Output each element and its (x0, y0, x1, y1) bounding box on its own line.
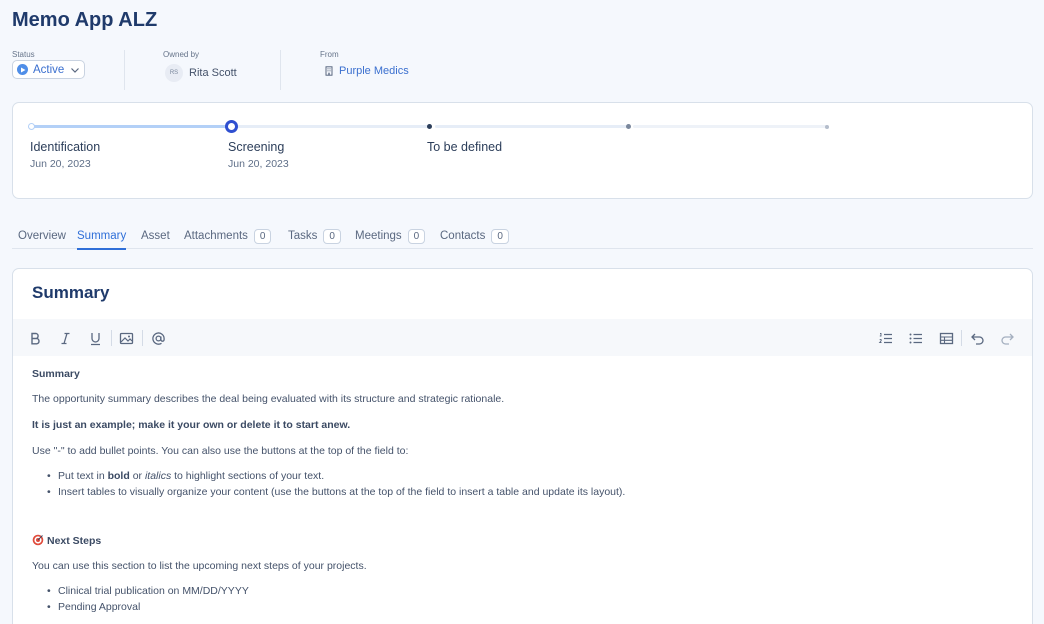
avatar: RS (165, 64, 183, 82)
tab-label: Summary (77, 230, 127, 242)
table-icon[interactable] (936, 328, 956, 348)
tab-asset[interactable]: Asset (141, 226, 170, 246)
tab-meetings[interactable]: Meetings 0 (355, 226, 426, 246)
italic-text: italics (144, 470, 172, 482)
underline-icon[interactable] (85, 328, 105, 348)
editor-title: Summary (32, 283, 110, 302)
list-text: to highlight sections of your text. (171, 470, 325, 482)
from-label: From (320, 50, 339, 59)
count-badge: 0 (253, 228, 272, 244)
tab-summary[interactable]: Summary (77, 226, 127, 250)
image-icon[interactable] (116, 328, 136, 348)
owner-name: Rita Scott (189, 67, 237, 79)
content-heading-next-steps: Next Steps (32, 534, 101, 547)
stage-dot-to-be-defined[interactable] (427, 124, 432, 129)
status-value: Active (33, 63, 65, 76)
stage-name: To be defined (427, 140, 503, 154)
tab-label: Overview (18, 230, 66, 242)
stage-date: Jun 20, 2023 (228, 158, 289, 170)
mention-icon[interactable] (148, 328, 168, 348)
tab-contacts[interactable]: Contacts 0 (440, 226, 509, 246)
stage-dot[interactable] (626, 124, 631, 129)
toolbar-divider (111, 330, 112, 346)
tab-tasks[interactable]: Tasks 0 (288, 226, 341, 246)
italic-icon[interactable] (55, 328, 75, 348)
status-dropdown[interactable]: Active (12, 60, 85, 79)
target-icon (32, 534, 44, 546)
heading-text: Next Steps (47, 535, 102, 547)
stage-dot-identification[interactable] (28, 123, 35, 130)
list-item: Pending Approval (47, 601, 140, 613)
stage-dot[interactable] (825, 125, 829, 129)
content-heading: Summary (32, 368, 80, 380)
tab-label: Attachments (184, 230, 248, 242)
redo-icon[interactable] (997, 328, 1017, 348)
summary-editor-card: Summary Summary The opportunity summary … (12, 268, 1033, 624)
tab-label: Tasks (288, 230, 318, 242)
tab-attachments[interactable]: Attachments 0 (184, 226, 272, 246)
ordered-list-icon[interactable] (875, 328, 895, 348)
list-text: or (129, 470, 145, 482)
tab-overview[interactable]: Overview (18, 226, 66, 246)
toolbar-divider (142, 330, 143, 346)
content-paragraph-bold: It is just an example; make it your own … (32, 419, 351, 431)
list-item: Insert tables to visually organize your … (47, 486, 625, 498)
list-item: Put text in bold or italics to highlight… (47, 470, 325, 482)
bullet-list-icon[interactable] (905, 328, 925, 348)
owner-field[interactable]: RS Rita Scott (165, 64, 237, 82)
stage-name: Screening (228, 140, 285, 154)
bold-icon[interactable] (25, 328, 45, 348)
stage-dot-screening[interactable] (225, 120, 238, 133)
content-paragraph: The opportunity summary describes the de… (32, 393, 505, 405)
status-label: Status (12, 50, 35, 59)
count-badge: 0 (323, 228, 341, 244)
editor-toolbar (13, 319, 1032, 356)
stage-name: Identification (30, 140, 101, 154)
content-paragraph: Use "-" to add bullet points. You can al… (32, 445, 409, 457)
progress-track-complete (31, 125, 233, 128)
tab-label: Contacts (440, 230, 486, 242)
page-title: Memo App ALZ (12, 9, 158, 31)
toolbar-divider (961, 330, 962, 346)
tab-label: Asset (141, 230, 170, 242)
from-link[interactable]: Purple Medics (324, 65, 409, 77)
divider (124, 50, 125, 90)
count-badge: 0 (491, 228, 509, 244)
stage-progress-card: Identification Jun 20, 2023 Screening Ju… (12, 102, 1033, 199)
progress-track (435, 125, 627, 128)
bold-text: bold (107, 470, 130, 482)
content-paragraph: You can use this section to list the upc… (32, 560, 367, 572)
divider (280, 50, 281, 90)
building-icon (325, 66, 333, 76)
owner-label: Owned by (163, 50, 200, 59)
count-badge: 0 (407, 228, 426, 244)
tab-bar: Overview Summary Asset Attachments 0 Task… (12, 222, 1033, 250)
undo-icon[interactable] (967, 328, 987, 348)
chevron-down-icon (71, 67, 79, 73)
tab-label: Meetings (355, 230, 402, 242)
progress-track (633, 125, 827, 128)
stage-date: Jun 20, 2023 (30, 158, 91, 170)
list-item: Clinical trial publication on MM/DD/YYYY (47, 585, 249, 597)
from-name: Purple Medics (339, 65, 409, 77)
list-text: Put text in (58, 470, 108, 482)
progress-track (235, 125, 429, 128)
play-icon (17, 64, 28, 75)
